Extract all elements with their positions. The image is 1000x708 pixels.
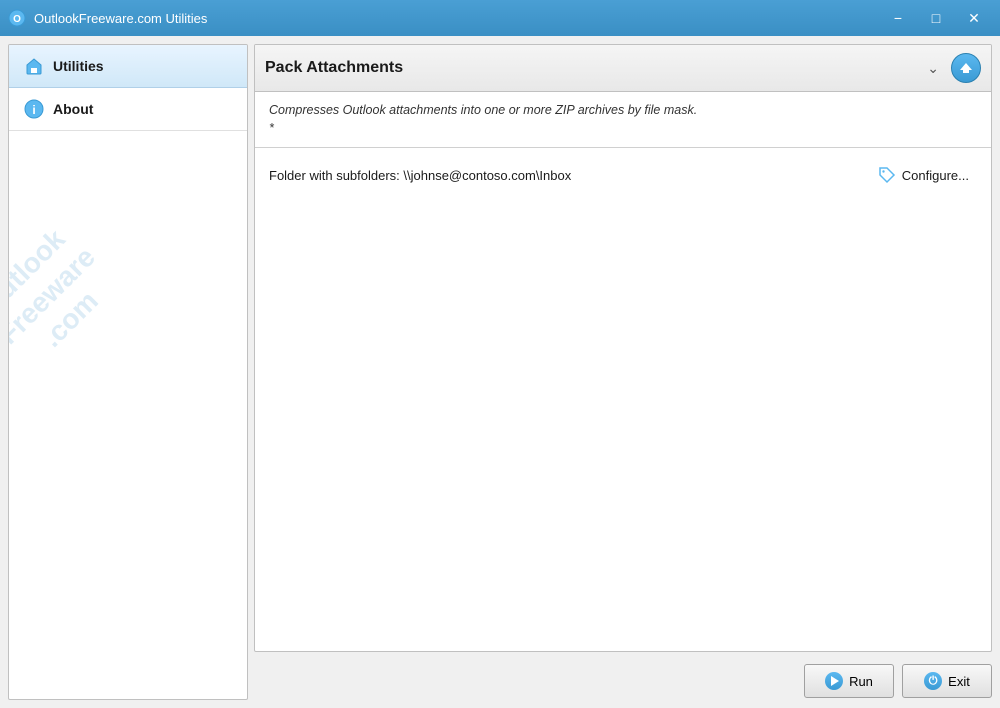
utilities-label: Utilities bbox=[53, 58, 104, 74]
sidebar-item-utilities[interactable]: Utilities bbox=[9, 45, 247, 88]
titlebar: O OutlookFreeware.com Utilities − □ ✕ bbox=[0, 0, 1000, 36]
panel-content: Folder with subfolders: \\johnse@contoso… bbox=[255, 148, 991, 651]
app-icon: O bbox=[8, 9, 26, 27]
configure-label: Configure... bbox=[902, 168, 969, 183]
configure-button[interactable]: Configure... bbox=[870, 162, 977, 188]
play-triangle-icon bbox=[831, 676, 839, 686]
run-button[interactable]: Run bbox=[804, 664, 894, 698]
panel-header-right: ⌄ bbox=[921, 53, 981, 83]
sidebar-item-about[interactable]: i About bbox=[9, 88, 247, 131]
folder-label: Folder with subfolders: \\johnse@contoso… bbox=[269, 168, 571, 183]
dropdown-chevron-icon[interactable]: ⌄ bbox=[921, 58, 945, 79]
exit-power-icon: ⏻ bbox=[924, 672, 942, 690]
info-icon: i bbox=[23, 98, 45, 120]
panel-title: Pack Attachments bbox=[265, 59, 403, 77]
window-body: Utilities i About OutlookFreeware.com Pa… bbox=[0, 36, 1000, 708]
tag-icon bbox=[878, 166, 896, 184]
description-wildcard: * bbox=[269, 121, 274, 135]
titlebar-controls: − □ ✕ bbox=[880, 4, 992, 32]
svg-text:i: i bbox=[32, 103, 35, 117]
upload-icon bbox=[958, 60, 974, 76]
home-icon bbox=[23, 55, 45, 77]
folder-row: Folder with subfolders: \\johnse@contoso… bbox=[269, 162, 977, 188]
description-text: Compresses Outlook attachments into one … bbox=[269, 103, 697, 117]
run-label: Run bbox=[849, 674, 873, 689]
exit-button[interactable]: ⏻ Exit bbox=[902, 664, 992, 698]
power-symbol-icon: ⏻ bbox=[929, 675, 938, 688]
window-title: OutlookFreeware.com Utilities bbox=[34, 11, 207, 26]
content-area: Pack Attachments ⌄ Compresses Outlook at… bbox=[254, 44, 992, 700]
main-panel: Pack Attachments ⌄ Compresses Outlook at… bbox=[254, 44, 992, 652]
titlebar-left: O OutlookFreeware.com Utilities bbox=[8, 9, 207, 27]
sidebar: Utilities i About OutlookFreeware.com bbox=[8, 44, 248, 700]
close-button[interactable]: ✕ bbox=[956, 4, 992, 32]
bottom-buttons: Run ⏻ Exit bbox=[254, 658, 992, 700]
exit-label: Exit bbox=[948, 674, 970, 689]
minimize-button[interactable]: − bbox=[880, 4, 916, 32]
panel-description: Compresses Outlook attachments into one … bbox=[255, 92, 991, 148]
svg-text:O: O bbox=[13, 14, 21, 25]
panel-header: Pack Attachments ⌄ bbox=[255, 45, 991, 92]
run-play-icon bbox=[825, 672, 843, 690]
about-label: About bbox=[53, 101, 93, 117]
maximize-button[interactable]: □ bbox=[918, 4, 954, 32]
upload-button[interactable] bbox=[951, 53, 981, 83]
watermark: OutlookFreeware.com bbox=[8, 172, 248, 572]
